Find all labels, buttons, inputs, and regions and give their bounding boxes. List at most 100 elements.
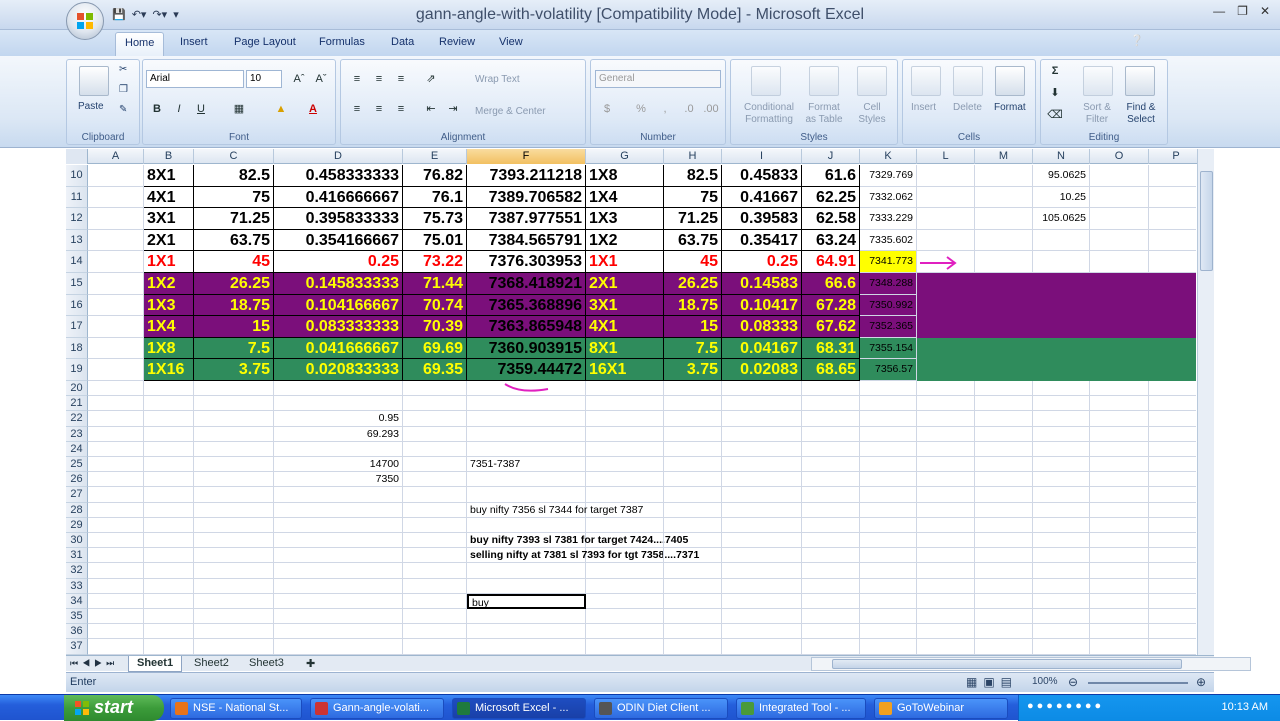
cell-c18[interactable]: 7.5	[194, 337, 274, 360]
cell-m14[interactable]	[975, 251, 1033, 273]
cell-f24[interactable]	[467, 441, 586, 457]
cell-styles-icon[interactable]	[857, 66, 887, 96]
cell-l12[interactable]	[917, 208, 975, 230]
cell-e26[interactable]	[403, 472, 467, 488]
cell-b16[interactable]: 1X3	[144, 294, 194, 317]
cell-e21[interactable]	[403, 396, 467, 412]
cell-a26[interactable]	[88, 472, 144, 488]
cell-g12[interactable]: 1X3	[586, 208, 664, 230]
format-as-table-icon[interactable]	[809, 66, 839, 96]
cell-k34[interactable]	[860, 593, 917, 609]
help-icon[interactable]: ❔	[1130, 34, 1144, 47]
borders-icon[interactable]: ▦	[229, 100, 249, 118]
cell-c12[interactable]: 71.25	[194, 208, 274, 230]
cell-j21[interactable]	[802, 396, 860, 412]
cell-l13[interactable]	[917, 229, 975, 252]
cell-h35[interactable]	[664, 609, 722, 625]
cell-b10[interactable]: 8X1	[144, 165, 194, 187]
column-header-o[interactable]: O	[1090, 149, 1149, 164]
cell-f37[interactable]	[467, 639, 586, 655]
cell-b11[interactable]: 4X1	[144, 186, 194, 209]
cell-f15[interactable]: 7368.418921	[467, 273, 586, 295]
cell-j13[interactable]: 63.24	[802, 229, 860, 252]
cell-c26[interactable]	[194, 472, 274, 488]
cell-i22[interactable]	[722, 411, 802, 427]
cell-p10[interactable]	[1149, 165, 1196, 187]
cell-n28[interactable]	[1033, 502, 1090, 518]
cell-f30[interactable]: buy nifty 7393 sl 7381 for target 7424..…	[467, 533, 688, 549]
cell-g11[interactable]: 1X4	[586, 186, 664, 209]
format-cells-icon[interactable]	[995, 66, 1025, 96]
cell-f32[interactable]	[467, 563, 586, 579]
cell-p35[interactable]	[1149, 609, 1196, 625]
vertical-scrollbar[interactable]	[1197, 149, 1214, 655]
cell-p37[interactable]	[1149, 639, 1196, 655]
cell-h17[interactable]: 15	[664, 316, 722, 338]
tab-page-layout[interactable]: Page Layout	[234, 36, 296, 48]
cell-i18[interactable]: 0.04167	[722, 337, 802, 360]
cell-n20[interactable]	[1033, 381, 1090, 397]
cell-o37[interactable]	[1090, 639, 1149, 655]
cell-j28[interactable]	[802, 502, 860, 518]
cell-m34[interactable]	[975, 593, 1033, 609]
cell-c10[interactable]: 82.5	[194, 165, 274, 187]
conditional-formatting-button[interactable]: Conditional Formatting	[737, 102, 801, 126]
cell-l33[interactable]	[917, 578, 975, 594]
cell-i31[interactable]	[722, 548, 802, 564]
cell-g23[interactable]	[586, 426, 664, 442]
cell-h15[interactable]: 26.25	[664, 273, 722, 295]
cell-j27[interactable]	[802, 487, 860, 503]
cell-h29[interactable]	[664, 517, 722, 533]
cell-n35[interactable]	[1033, 609, 1090, 625]
cell-l10[interactable]	[917, 165, 975, 187]
column-header-m[interactable]: M	[975, 149, 1033, 164]
cell-k11[interactable]: 7332.062	[860, 186, 917, 209]
column-header-i[interactable]: I	[722, 149, 802, 164]
cell-m13[interactable]	[975, 229, 1033, 252]
cell-p23[interactable]	[1149, 427, 1196, 442]
cell-h25[interactable]	[664, 457, 722, 473]
cell-a35[interactable]	[88, 609, 144, 625]
cell-n25[interactable]	[1033, 457, 1090, 473]
row-header[interactable]: 28	[66, 502, 88, 518]
cell-f28[interactable]: buy nifty 7356 sl 7344 for target 7387	[467, 502, 643, 518]
cell-d30[interactable]	[274, 533, 403, 549]
cell-i17[interactable]: 0.08333	[722, 316, 802, 338]
cell-i12[interactable]: 0.39583	[722, 208, 802, 230]
cell-e12[interactable]: 75.73	[403, 208, 467, 230]
row-header[interactable]: 27	[66, 487, 88, 503]
cell-k14[interactable]: 7341.773	[860, 251, 917, 273]
cell-a13[interactable]	[88, 229, 144, 252]
cell-d33[interactable]	[274, 578, 403, 594]
cell-b15[interactable]: 1X2	[144, 273, 194, 295]
cell-j23[interactable]	[802, 426, 860, 442]
cell-a17[interactable]	[88, 316, 144, 338]
cell-a14[interactable]	[88, 251, 144, 273]
cell-l24[interactable]	[917, 441, 975, 457]
cell-n13[interactable]	[1033, 229, 1090, 252]
autosum-icon[interactable]: Σ	[1045, 62, 1065, 80]
delete-cells-icon[interactable]	[953, 66, 983, 96]
cell-g32[interactable]	[586, 563, 664, 579]
cell-j26[interactable]	[802, 472, 860, 488]
tray-icons-icon[interactable]: ●●●●●●●●	[1027, 700, 1104, 712]
cell-k29[interactable]	[860, 517, 917, 533]
cell-c16[interactable]: 18.75	[194, 294, 274, 317]
cell-p33[interactable]	[1149, 579, 1196, 594]
cell-j22[interactable]	[802, 411, 860, 427]
cell-f27[interactable]	[467, 487, 586, 503]
clear-icon[interactable]: ⌫	[1045, 106, 1065, 124]
cell-o20[interactable]	[1090, 381, 1149, 397]
cell-p25[interactable]	[1149, 457, 1196, 473]
cell-j19[interactable]: 68.65	[802, 359, 860, 381]
cell-m22[interactable]	[975, 411, 1033, 427]
paste-label[interactable]: Paste	[78, 101, 104, 112]
cell-l30[interactable]	[917, 533, 975, 549]
column-header-d[interactable]: D	[274, 149, 403, 164]
cell-m28[interactable]	[975, 502, 1033, 518]
row-header[interactable]: 23	[66, 426, 88, 442]
cell-c28[interactable]	[194, 502, 274, 518]
insert-button[interactable]: Insert	[911, 102, 936, 113]
cell-a27[interactable]	[88, 487, 144, 503]
cell-e11[interactable]: 76.1	[403, 186, 467, 209]
